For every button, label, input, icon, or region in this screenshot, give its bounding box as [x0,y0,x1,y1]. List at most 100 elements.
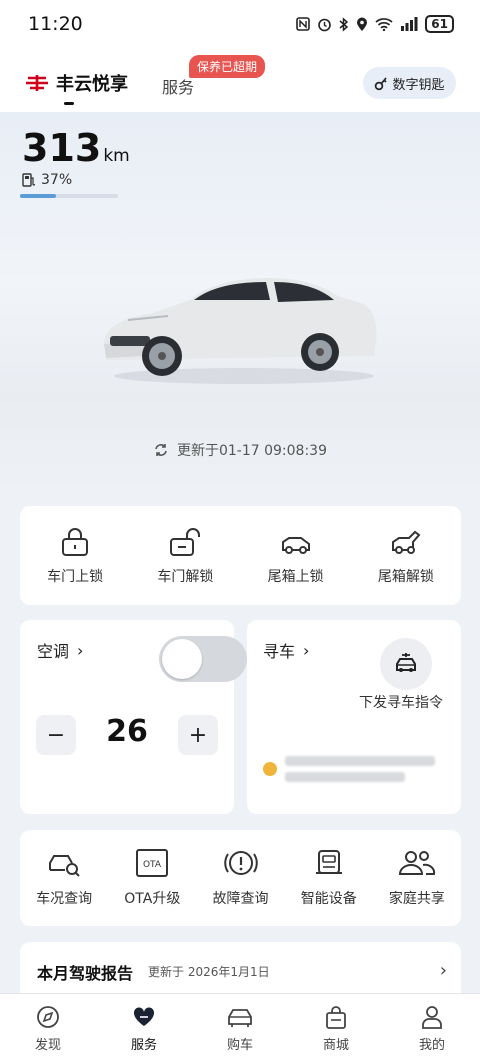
tab-service[interactable]: 服务 [96,994,192,1061]
tab-service-label: 服务 [130,1038,157,1053]
digital-key-button[interactable]: 数字钥匙 [363,67,456,99]
functions-card: 车况查询 OTA OTA升级 故障查询 智能设备 家庭共享 [20,830,461,926]
lock-actions-card: 车门上锁 车门解锁 尾箱上锁 尾箱解锁 [20,506,461,605]
status-bar: 11:20 61 [0,0,480,48]
car-image [104,278,377,384]
location-address-redacted [285,756,435,782]
door-unlock-button[interactable]: 车门解锁 [130,506,240,605]
tab-buy-car[interactable]: 购车 [192,994,288,1061]
tab-discover[interactable]: 发现 [0,994,96,1061]
trunk-lock-button[interactable]: 尾箱上锁 [241,506,351,605]
ac-title-link[interactable]: 空调 › [37,638,83,662]
ota-icon: OTA [136,849,169,877]
shopping-bag-icon [326,1006,346,1029]
unlock-icon [170,528,201,556]
active-tab-indicator [64,102,74,105]
svg-text:OTA: OTA [143,860,162,870]
tab-profile-label: 我的 [418,1038,445,1053]
update-time: 更新于01-17 09:08:39 [176,443,327,459]
temperature-decrease-button[interactable]: − [36,715,76,755]
temperature-increase-button[interactable]: + [178,715,218,755]
driving-report-date: 更新于 2026年1月1日 [148,965,270,979]
door-lock-button[interactable]: 车门上锁 [20,506,130,605]
redacted-line [285,772,405,782]
plus-icon: + [188,722,208,748]
chevron-right-icon: › [303,640,310,660]
vehicle-hero: 313 km 37% 更新于01-17 09:08:39 [0,112,480,492]
bottom-tab-bar: 发现 服务 购车 商城 我的 [0,993,480,1061]
ac-power-toggle[interactable] [159,636,247,682]
family-share-icon [398,851,435,875]
vehicle-status-button[interactable]: 车况查询 [20,830,108,926]
status-time: 11:20 [28,13,83,35]
tab-discover-label: 发现 [34,1038,61,1053]
compass-icon [37,1006,59,1028]
fuel-level-fill [20,194,57,198]
digital-key-label: 数字钥匙 [392,77,445,93]
tab-buy-car-label: 购车 [226,1038,253,1053]
ota-update-label: OTA升级 [124,891,181,907]
alarm-icon [318,18,332,31]
car-location-row[interactable] [263,756,435,782]
ac-temperature: 26 [106,714,148,749]
find-car-title: 寻车 [263,642,296,661]
location-arrow-icon [263,762,277,776]
fuel-row: 37% [22,172,72,188]
trunk-lock-label: 尾箱上锁 [267,569,324,585]
app-header: 丰云悦享 服务 保养已超期 数字钥匙 [0,48,480,112]
profile-icon [422,1006,442,1029]
trunk-unlock-label: 尾箱解锁 [377,569,434,585]
trunk-unlock-icon [391,530,421,554]
brand-name[interactable]: 丰云悦享 [56,70,128,96]
battery-indicator: 61 [425,15,454,33]
range-display: 313 km [22,126,130,170]
chevron-right-icon: › [77,640,84,660]
find-car-command-label[interactable]: 下发寻车指令 [359,692,443,712]
trunk-lock-icon [281,537,310,554]
driving-report-title: 本月驾驶报告 [37,964,134,983]
fault-check-button[interactable]: 故障查询 [196,830,284,926]
fault-check-label: 故障查询 [212,891,269,907]
find-car-card: 寻车 › 下发寻车指令 [247,620,461,814]
ac-title: 空调 [37,642,70,661]
lock-icon [62,528,89,556]
refresh-icon[interactable] [153,442,169,458]
location-icon [357,17,368,31]
fault-icon [223,851,258,875]
ota-update-button[interactable]: OTA OTA升级 [108,830,196,926]
tab-mall-label: 商城 [322,1038,349,1053]
door-unlock-label: 车门解锁 [157,569,214,585]
bluetooth-icon [339,16,349,32]
redacted-line [285,756,435,766]
tab-mall[interactable]: 商城 [288,994,384,1061]
wifi-icon [375,18,393,31]
find-car-title-link[interactable]: 寻车 › [263,638,309,662]
car-search-icon [49,855,80,877]
maintenance-overdue-badge: 保养已超期 [189,55,266,78]
fuel-pump-icon [22,173,35,187]
find-car-button[interactable] [380,638,432,690]
heart-icon [133,1007,155,1026]
range-value: 313 [22,126,102,170]
brand: 丰云悦享 [24,70,128,96]
car-horn-icon [396,653,416,672]
key-icon [375,77,388,91]
ac-card: 空调 › − 26 + [20,620,247,814]
fuel-level-bar [20,194,118,198]
tab-profile[interactable]: 我的 [384,994,480,1061]
nfc-icon [296,17,311,31]
vehicle-status-label: 车况查询 [36,891,93,907]
brand-logo-icon [26,75,48,91]
car-icon [228,1009,252,1027]
smart-device-button[interactable]: 智能设备 [285,830,373,926]
status-icons: 61 [296,15,454,33]
chevron-right-icon: › [439,960,447,981]
fuel-percent: 37% [41,172,73,188]
minus-icon: − [46,722,66,748]
trunk-unlock-button[interactable]: 尾箱解锁 [351,506,461,605]
ac-toggle-knob [162,639,202,679]
update-time-row[interactable]: 更新于01-17 09:08:39 [0,440,480,460]
range-unit: km [103,146,130,166]
smart-device-icon [315,850,342,874]
family-share-button[interactable]: 家庭共享 [373,830,461,926]
